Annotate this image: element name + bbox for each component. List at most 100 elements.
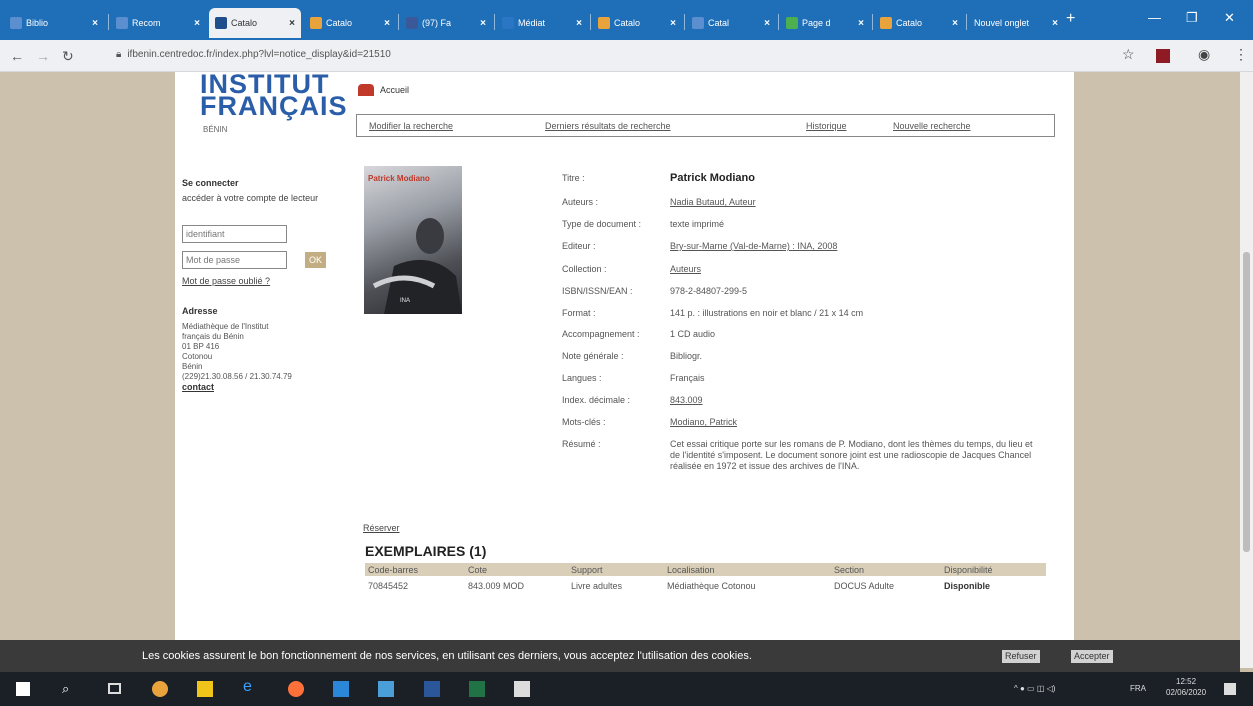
search-navigation: Modifier la recherche Derniers résultats… <box>356 114 1055 137</box>
menu-icon[interactable]: ⋮ <box>1234 46 1248 63</box>
app-icon[interactable] <box>378 681 394 697</box>
author-link[interactable]: Nadia Butaud, Auteur <box>670 197 756 207</box>
scrollbar[interactable] <box>1240 72 1253 668</box>
close-icon[interactable]: × <box>194 18 200 29</box>
field-label: Mots-clés : <box>562 417 606 427</box>
search-icon[interactable]: ⌕ <box>62 681 78 697</box>
tab-4[interactable]: Catalo × <box>304 8 396 38</box>
extension-icon[interactable] <box>1156 49 1170 63</box>
tab-7[interactable]: Catalo × <box>592 8 682 38</box>
close-icon[interactable]: × <box>384 18 390 29</box>
new-search-link[interactable]: Nouvelle recherche <box>893 121 971 131</box>
tab-label: Médiat <box>518 18 546 28</box>
address-line: 01 BP 416 <box>182 342 220 351</box>
tray-icons[interactable]: ^ ● ▭ ◫ ◁) <box>1014 684 1055 693</box>
collection-link[interactable]: Auteurs <box>670 264 701 274</box>
tab-new-11[interactable]: Nouvel onglet × <box>968 8 1064 38</box>
column-header: Code-barres <box>368 565 419 575</box>
close-icon[interactable]: × <box>764 18 770 29</box>
tab-label: Catalo <box>326 18 353 28</box>
keyword-link[interactable]: Modiano, Patrick <box>670 417 737 427</box>
forgot-password-link[interactable]: Mot de passe oublié ? <box>182 276 270 286</box>
word-icon[interactable] <box>424 681 440 697</box>
tab-5[interactable]: (97) Fa × <box>400 8 492 38</box>
window-close-icon[interactable]: ✕ <box>1224 10 1235 26</box>
restore-icon[interactable]: ❐ <box>1186 10 1198 26</box>
edge-icon[interactable]: e <box>243 678 259 695</box>
close-icon[interactable]: × <box>858 18 864 29</box>
decimal-index-link[interactable]: 843.009 <box>670 395 703 405</box>
login-box: Se connecter accéder à votre compte de l… <box>182 178 342 203</box>
contact-link[interactable]: contact <box>182 382 342 392</box>
portrait-image <box>372 218 462 314</box>
tab-10[interactable]: Catalo × <box>874 8 964 38</box>
book-cover[interactable]: Patrick Modiano INA <box>364 166 462 314</box>
page-icon <box>502 17 514 29</box>
field-label: Collection : <box>562 264 607 274</box>
close-icon[interactable]: × <box>576 18 582 29</box>
close-icon[interactable]: × <box>480 18 486 29</box>
password-input[interactable]: Mot de passe <box>182 251 287 269</box>
tab-6[interactable]: Médiat × <box>496 8 588 38</box>
clock[interactable]: 12:52 02/06/2020 <box>1166 676 1206 698</box>
excel-icon[interactable] <box>469 681 485 697</box>
notifications-icon[interactable] <box>1224 683 1236 695</box>
chrome-icon[interactable] <box>152 681 168 697</box>
facebook-icon <box>406 17 418 29</box>
language-indicator[interactable]: FRA <box>1130 684 1146 693</box>
cookie-text: Les cookies assurent le bon fonctionneme… <box>142 650 752 662</box>
app-icon[interactable] <box>333 681 349 697</box>
scrollbar-thumb[interactable] <box>1243 252 1250 552</box>
tab-active[interactable]: Catalo × <box>209 8 301 38</box>
field-label: Accompagnement : <box>562 329 640 339</box>
task-view-icon[interactable] <box>108 683 121 694</box>
windows-start-icon[interactable] <box>16 682 30 696</box>
history-link[interactable]: Historique <box>806 121 847 131</box>
accompaniment-value: 1 CD audio <box>670 329 716 339</box>
username-input[interactable]: identifiant <box>182 225 287 243</box>
field-label: ISBN/ISSN/EAN : <box>562 286 633 296</box>
minimize-icon[interactable]: — <box>1148 10 1161 25</box>
home-label: Accueil <box>380 85 410 95</box>
close-icon[interactable]: × <box>1052 18 1058 29</box>
tab-9[interactable]: Page d × <box>780 8 870 38</box>
tab-label: Catalo <box>614 18 641 28</box>
tab-2[interactable]: Recom × <box>110 8 206 38</box>
home-icon <box>358 84 374 96</box>
close-icon[interactable]: × <box>92 18 98 29</box>
publisher-link[interactable]: Bry-sur-Marne (Val-de-Marne) : INA, 2008 <box>670 241 837 251</box>
forward-icon[interactable]: → <box>36 48 50 64</box>
note-value: Bibliogr. <box>670 351 703 361</box>
tab-label: Biblio <box>26 18 49 28</box>
reload-icon[interactable]: ↻ <box>62 48 74 65</box>
tab-label: Nouvel onglet <box>974 18 1030 28</box>
table-cell: DOCUS Adulte <box>834 581 895 591</box>
profile-icon[interactable]: ◉ <box>1198 46 1210 63</box>
tab-8[interactable]: Catal × <box>686 8 776 38</box>
last-results-link[interactable]: Derniers résultats de recherche <box>545 121 671 131</box>
new-tab-icon[interactable]: + <box>1066 10 1075 28</box>
login-subtitle: accéder à votre compte de lecteur <box>182 193 319 203</box>
institut-logo[interactable]: INSTITUT FRANÇAIS <box>200 71 348 120</box>
home-link[interactable]: Accueil <box>358 84 409 96</box>
refuse-cookies-button[interactable]: Refuser <box>1002 650 1040 663</box>
address-line: Médiathèque de l'Institut <box>182 322 269 331</box>
close-icon[interactable]: × <box>670 18 676 29</box>
catalog-icon <box>880 17 892 29</box>
accept-cookies-button[interactable]: Accepter <box>1071 650 1113 663</box>
reserve-link[interactable]: Réserver <box>363 523 400 533</box>
calculator-icon[interactable] <box>514 681 530 697</box>
login-ok-button[interactable]: OK <box>305 252 326 268</box>
modify-search-link[interactable]: Modifier la recherche <box>369 121 453 131</box>
column-header: Section <box>834 565 865 575</box>
back-icon[interactable]: ← <box>10 48 24 64</box>
logo-subtitle: BÉNIN <box>203 125 228 134</box>
firefox-icon[interactable] <box>288 681 304 697</box>
url-field[interactable]: 🔒︎ ifbenin.centredoc.fr/index.php?lvl=not… <box>116 49 391 60</box>
close-icon[interactable]: × <box>289 18 295 29</box>
close-icon[interactable]: × <box>952 18 958 29</box>
star-icon[interactable]: ☆ <box>1122 46 1135 63</box>
file-explorer-icon[interactable] <box>197 681 213 697</box>
tab-label: (97) Fa <box>422 18 452 28</box>
tab-1[interactable]: Biblio × <box>4 8 104 38</box>
